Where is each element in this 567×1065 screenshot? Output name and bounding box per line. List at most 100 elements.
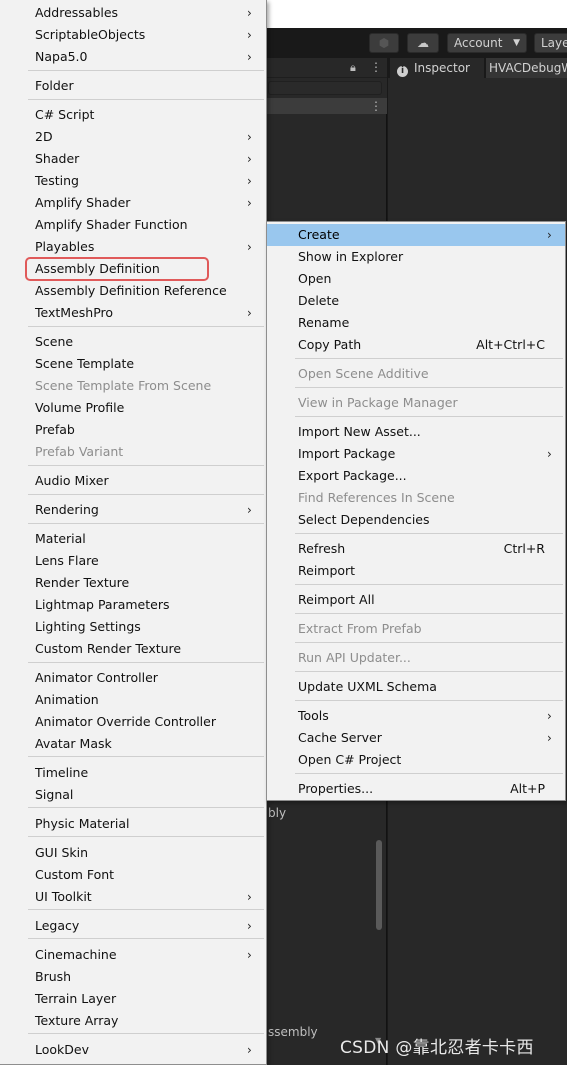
chevron-right-icon: › [247, 6, 252, 20]
chevron-right-icon: › [247, 240, 252, 254]
create-item-assembly-definition-reference[interactable]: Assembly Definition Reference [0, 280, 266, 302]
create-item-physic-material[interactable]: Physic Material [0, 813, 266, 835]
menu-item-label: Update UXML Schema [298, 679, 437, 694]
lock-icon[interactable]: 🔒︎ [350, 61, 356, 75]
create-item-custom-font[interactable]: Custom Font [0, 864, 266, 886]
create-item-audio-mixer[interactable]: Audio Mixer [0, 470, 266, 492]
create-item-timeline[interactable]: Timeline [0, 762, 266, 784]
menu-item-label: Timeline [35, 765, 89, 780]
create-item-folder[interactable]: Folder [0, 75, 266, 97]
menu-item-label: Terrain Layer [35, 991, 117, 1006]
menu-item-label: Material [35, 531, 86, 546]
create-item-volume-profile[interactable]: Volume Profile [0, 397, 266, 419]
create-item-rendering[interactable]: Rendering › [0, 499, 266, 521]
create-item-lens-flare[interactable]: Lens Flare [0, 550, 266, 572]
context-item-delete[interactable]: Delete [267, 290, 565, 312]
context-item-open[interactable]: Open [267, 268, 565, 290]
tab-hvac-debug-window[interactable]: HVACDebugWindow [486, 58, 567, 78]
context-item-cache-server[interactable]: Cache Server › [267, 727, 565, 749]
create-item-scene-template-from-scene: Scene Template From Scene [0, 375, 266, 397]
create-item-textmeshpro[interactable]: TextMeshPro › [0, 302, 266, 324]
create-item-cinemachine[interactable]: Cinemachine › [0, 944, 266, 966]
cloud-icon: ☁ [417, 36, 429, 50]
chevron-right-icon: › [247, 152, 252, 166]
menu-separator [28, 909, 264, 910]
menu-item-label: Physic Material [35, 816, 130, 831]
menu-separator [28, 1033, 264, 1034]
create-item-shader[interactable]: Shader › [0, 148, 266, 170]
create-item-brush[interactable]: Brush [0, 966, 266, 988]
create-item-napa5-0[interactable]: Napa5.0 › [0, 46, 266, 68]
menu-item-label: Addressables [35, 5, 119, 20]
context-item-import-package[interactable]: Import Package › [267, 443, 565, 465]
create-item-scene-template[interactable]: Scene Template [0, 353, 266, 375]
create-item-ui-toolkit[interactable]: UI Toolkit › [0, 886, 266, 908]
menu-item-label: GUI Skin [35, 845, 89, 860]
cloud-button[interactable]: ☁ [407, 33, 439, 53]
create-item-playables[interactable]: Playables › [0, 236, 266, 258]
context-item-reimport[interactable]: Reimport [267, 560, 565, 582]
menu-item-label: Playables [35, 239, 95, 254]
context-item-update-uxml-schema[interactable]: Update UXML Schema [267, 676, 565, 698]
context-item-find-references-in-scene: Find References In Scene [267, 487, 565, 509]
create-item-amplify-shader-function[interactable]: Amplify Shader Function [0, 214, 266, 236]
create-item-addressables[interactable]: Addressables › [0, 2, 266, 24]
create-item-terrain-layer[interactable]: Terrain Layer [0, 988, 266, 1010]
create-item-animation[interactable]: Animation [0, 689, 266, 711]
create-item-lightmap-parameters[interactable]: Lightmap Parameters [0, 594, 266, 616]
create-item-render-texture[interactable]: Render Texture [0, 572, 266, 594]
create-item-prefab[interactable]: Prefab [0, 419, 266, 441]
menu-separator [295, 642, 563, 643]
create-item-amplify-shader[interactable]: Amplify Shader › [0, 192, 266, 214]
create-item-animator-override-controller[interactable]: Animator Override Controller [0, 711, 266, 733]
chevron-right-icon: › [247, 890, 252, 904]
tab-inspector[interactable]: i Inspector [390, 58, 484, 78]
context-item-import-new-asset[interactable]: Import New Asset... [267, 421, 565, 443]
create-item-custom-render-texture[interactable]: Custom Render Texture [0, 638, 266, 660]
menu-item-label: Legacy [35, 918, 80, 933]
menu-item-label: Copy Path [298, 337, 362, 352]
create-item-testing[interactable]: Testing › [0, 170, 266, 192]
create-item-signal[interactable]: Signal [0, 784, 266, 806]
context-item-copy-path[interactable]: Copy Path Alt+Ctrl+C [267, 334, 565, 356]
create-item-texture-array[interactable]: Texture Array [0, 1010, 266, 1032]
project-scrollbar-thumb[interactable] [376, 840, 382, 930]
context-item-select-dependencies[interactable]: Select Dependencies [267, 509, 565, 531]
create-item-scriptableobjects[interactable]: ScriptableObjects › [0, 24, 266, 46]
context-item-properties[interactable]: Properties... Alt+P [267, 778, 565, 800]
create-item-scene[interactable]: Scene [0, 331, 266, 353]
context-item-export-package[interactable]: Export Package... [267, 465, 565, 487]
kebab-menu-icon[interactable]: ⋮ [370, 99, 382, 113]
create-item-gui-skin[interactable]: GUI Skin [0, 842, 266, 864]
create-item-animator-controller[interactable]: Animator Controller [0, 667, 266, 689]
context-item-reimport-all[interactable]: Reimport All [267, 589, 565, 611]
project-search-input[interactable] [268, 81, 382, 95]
context-item-rename[interactable]: Rename [267, 312, 565, 334]
context-item-open-c-project[interactable]: Open C# Project [267, 749, 565, 771]
create-item-avatar-mask[interactable]: Avatar Mask [0, 733, 266, 755]
layers-label: Layers [541, 36, 567, 50]
context-item-tools[interactable]: Tools › [267, 705, 565, 727]
create-item-material[interactable]: Material [0, 528, 266, 550]
menu-item-shortcut: Alt+Ctrl+C [476, 337, 545, 352]
create-item-lighting-settings[interactable]: Lighting Settings [0, 616, 266, 638]
context-item-refresh[interactable]: Refresh Ctrl+R [267, 538, 565, 560]
menu-item-label: Properties... [298, 781, 374, 796]
menu-item-label: Lightmap Parameters [35, 597, 170, 612]
layers-dropdown[interactable]: Layers [534, 33, 567, 53]
menu-item-label: Cinemachine [35, 947, 117, 962]
context-item-create[interactable]: Create › [267, 224, 565, 246]
context-item-show-in-explorer[interactable]: Show in Explorer [267, 246, 565, 268]
menu-separator [28, 70, 264, 71]
menu-item-shortcut: Ctrl+R [503, 541, 545, 556]
create-item-lookdev[interactable]: LookDev › [0, 1039, 266, 1061]
account-label: Account [454, 36, 503, 50]
create-item-2d[interactable]: 2D › [0, 126, 266, 148]
menu-item-label: Find References In Scene [298, 490, 455, 505]
menu-item-label: Folder [35, 78, 74, 93]
collab-button[interactable]: ⬢ [369, 33, 399, 53]
create-item-c-script[interactable]: C# Script [0, 104, 266, 126]
account-dropdown[interactable]: Account ▼ [447, 33, 527, 53]
kebab-menu-icon[interactable]: ⋮ [370, 60, 382, 74]
create-item-legacy[interactable]: Legacy › [0, 915, 266, 937]
